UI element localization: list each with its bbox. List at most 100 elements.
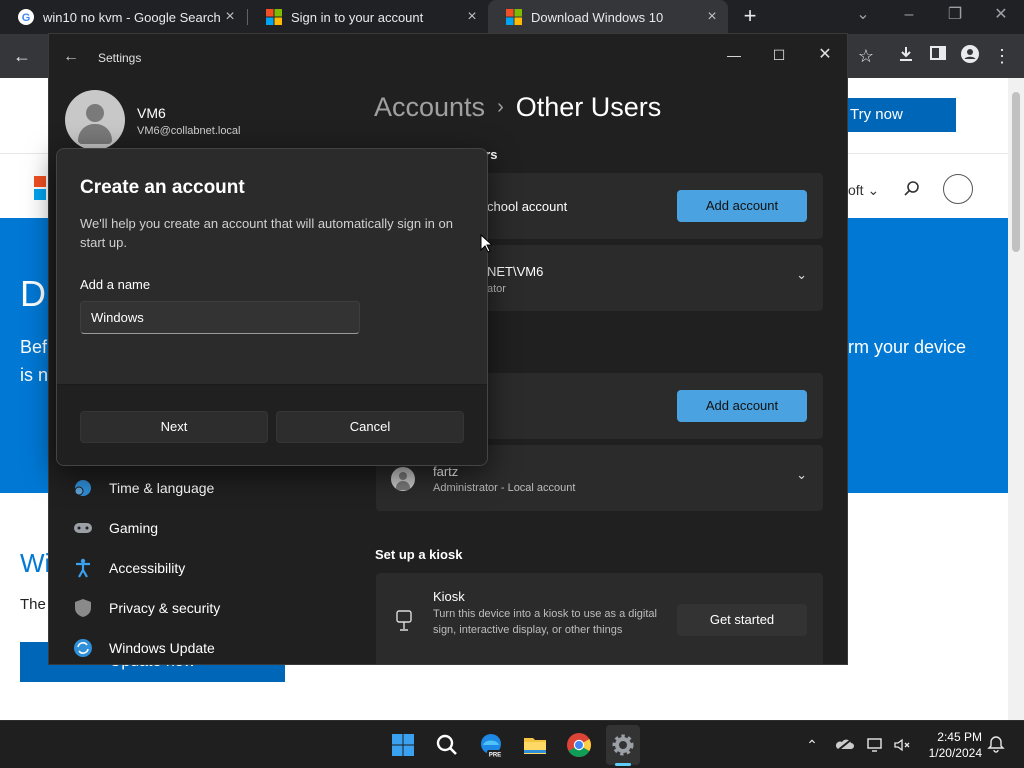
- next-button[interactable]: Next: [80, 411, 268, 443]
- settings-gear-icon[interactable]: [609, 731, 637, 759]
- page-scrollbar[interactable]: [1008, 78, 1024, 720]
- taskbar: PRE ⌃ 2:45 PM 1/20/2024: [0, 720, 1024, 768]
- close-tab-icon[interactable]: ×: [464, 9, 480, 25]
- user-name: fartz: [433, 464, 459, 479]
- close-tab-icon[interactable]: ×: [222, 9, 238, 25]
- sidebar-item-label: Time & language: [109, 480, 215, 496]
- try-now-button[interactable]: Try now: [838, 98, 956, 132]
- user-name: VM6: [137, 105, 166, 121]
- close-icon[interactable]: ✕: [810, 40, 840, 70]
- windows-start-icon[interactable]: [389, 731, 417, 759]
- microsoft-icon: [266, 9, 282, 25]
- onedrive-icon[interactable]: [835, 735, 855, 755]
- microsoft-logo[interactable]: [34, 176, 46, 200]
- settings-titlebar: ← Settings — ☐ ✕: [49, 34, 847, 82]
- download-icon[interactable]: [894, 44, 918, 68]
- sidebar-item-time-language[interactable]: Time & language: [73, 474, 353, 502]
- edge-badge-text: PRE: [489, 753, 501, 759]
- scrollbar-thumb[interactable]: [1012, 92, 1020, 252]
- tab-search-icon[interactable]: ⌄: [848, 4, 878, 28]
- profile-icon[interactable]: [958, 44, 982, 68]
- name-input[interactable]: [80, 301, 360, 334]
- restore-icon[interactable]: ❐: [940, 4, 970, 28]
- section-text: The: [20, 596, 46, 613]
- search-icon[interactable]: [433, 731, 461, 759]
- nav-all-microsoft[interactable]: oft ⌄: [848, 182, 879, 199]
- sidebar-item-privacy-security[interactable]: Privacy & security: [73, 594, 353, 622]
- edge-icon[interactable]: PRE: [477, 731, 505, 759]
- sidebar-item-gaming[interactable]: Gaming: [73, 514, 353, 542]
- add-account-button[interactable]: Add account: [677, 390, 807, 422]
- chevron-down-icon[interactable]: ⌄: [796, 467, 807, 483]
- sync-icon: [73, 638, 93, 658]
- search-icon[interactable]: [903, 180, 921, 203]
- google-icon: G: [18, 9, 34, 25]
- minimize-icon[interactable]: —: [719, 40, 749, 70]
- network-icon[interactable]: [866, 735, 886, 755]
- tab-download-windows[interactable]: Download Windows 10 ×: [488, 0, 728, 34]
- notification-bell-icon[interactable]: [986, 735, 1006, 755]
- close-tab-icon[interactable]: ×: [704, 9, 720, 25]
- tab-sign-in[interactable]: Sign in to your account ×: [248, 0, 488, 34]
- chevron-up-icon[interactable]: ⌃: [802, 735, 822, 755]
- user-subtitle: ator: [487, 283, 506, 295]
- kiosk-description: Turn this device into a kiosk to use as …: [433, 608, 657, 636]
- hero-text: Bef is n: [20, 337, 49, 385]
- chrome-icon[interactable]: [565, 731, 593, 759]
- name-field-label: Add a name: [80, 277, 151, 292]
- avatar: [391, 467, 415, 491]
- file-explorer-icon[interactable]: [521, 731, 549, 759]
- active-indicator: [615, 763, 631, 766]
- breadcrumb-accounts[interactable]: Accounts: [374, 92, 485, 122]
- gamepad-icon: [73, 518, 93, 538]
- cancel-button[interactable]: Cancel: [276, 411, 464, 443]
- tab-title: Sign in to your account: [291, 9, 424, 25]
- microsoft-icon: [506, 9, 522, 25]
- kiosk-card: Kiosk Turn this device into a kiosk to u…: [376, 573, 823, 664]
- user-title: NET\VM6: [487, 264, 544, 279]
- sidebar-item-label: Privacy & security: [109, 600, 221, 616]
- svg-text:G: G: [22, 12, 31, 24]
- shield-icon: [73, 598, 93, 618]
- clock-date: 1/20/2024: [928, 746, 982, 760]
- globe-clock-icon: [73, 478, 93, 498]
- create-account-dialog: Create an account We'll help you create …: [56, 148, 488, 466]
- hero-text-right: rm your device: [848, 337, 967, 357]
- chevron-right-icon: ›: [497, 96, 504, 118]
- sidebar-item-label: Windows Update: [109, 640, 215, 656]
- card-text: chool account: [487, 199, 568, 214]
- window-title: Settings: [98, 51, 142, 65]
- close-window-icon[interactable]: ✕: [986, 4, 1016, 28]
- hero-heading: D: [20, 273, 46, 314]
- dialog-description: We'll help you create an account that wi…: [80, 216, 453, 250]
- tab-title: win10 no kvm - Google Search: [43, 9, 221, 25]
- system-clock[interactable]: 2:45 PM 1/20/2024: [912, 729, 982, 761]
- account-icon[interactable]: [943, 174, 973, 204]
- minimize-icon[interactable]: –: [894, 4, 924, 28]
- add-account-button[interactable]: Add account: [677, 190, 807, 222]
- bookmark-star-icon[interactable]: ☆: [854, 44, 878, 68]
- menu-dots-icon[interactable]: ⋮: [990, 44, 1014, 68]
- chevron-down-icon[interactable]: ⌄: [796, 267, 807, 283]
- volume-muted-icon[interactable]: [892, 735, 912, 755]
- section-header-kiosk: Set up a kiosk: [375, 547, 463, 562]
- kiosk-icon: [396, 610, 412, 631]
- side-panel-icon[interactable]: [926, 44, 950, 68]
- back-arrow-icon[interactable]: ←: [10, 44, 34, 68]
- sidebar-item-windows-update[interactable]: Windows Update: [73, 634, 353, 662]
- user-email: VM6@collabnet.local: [137, 125, 241, 137]
- tab-google-search[interactable]: G win10 no kvm - Google Search ×: [0, 0, 246, 34]
- get-started-button[interactable]: Get started: [677, 604, 807, 636]
- sidebar-item-label: Accessibility: [109, 560, 186, 576]
- kiosk-title: Kiosk: [433, 589, 465, 604]
- section-heading: Wi: [20, 548, 51, 578]
- tab-title: Download Windows 10: [531, 9, 664, 25]
- maximize-icon[interactable]: ☐: [764, 40, 794, 70]
- user-avatar[interactable]: [65, 90, 125, 150]
- back-arrow-icon[interactable]: ←: [63, 48, 79, 66]
- dialog-title: Create an account: [80, 177, 245, 198]
- new-tab-icon[interactable]: +: [738, 5, 762, 29]
- user-role: Administrator - Local account: [433, 482, 576, 494]
- dialog-footer: Next Cancel: [57, 384, 487, 465]
- sidebar-item-accessibility[interactable]: Accessibility: [73, 554, 353, 582]
